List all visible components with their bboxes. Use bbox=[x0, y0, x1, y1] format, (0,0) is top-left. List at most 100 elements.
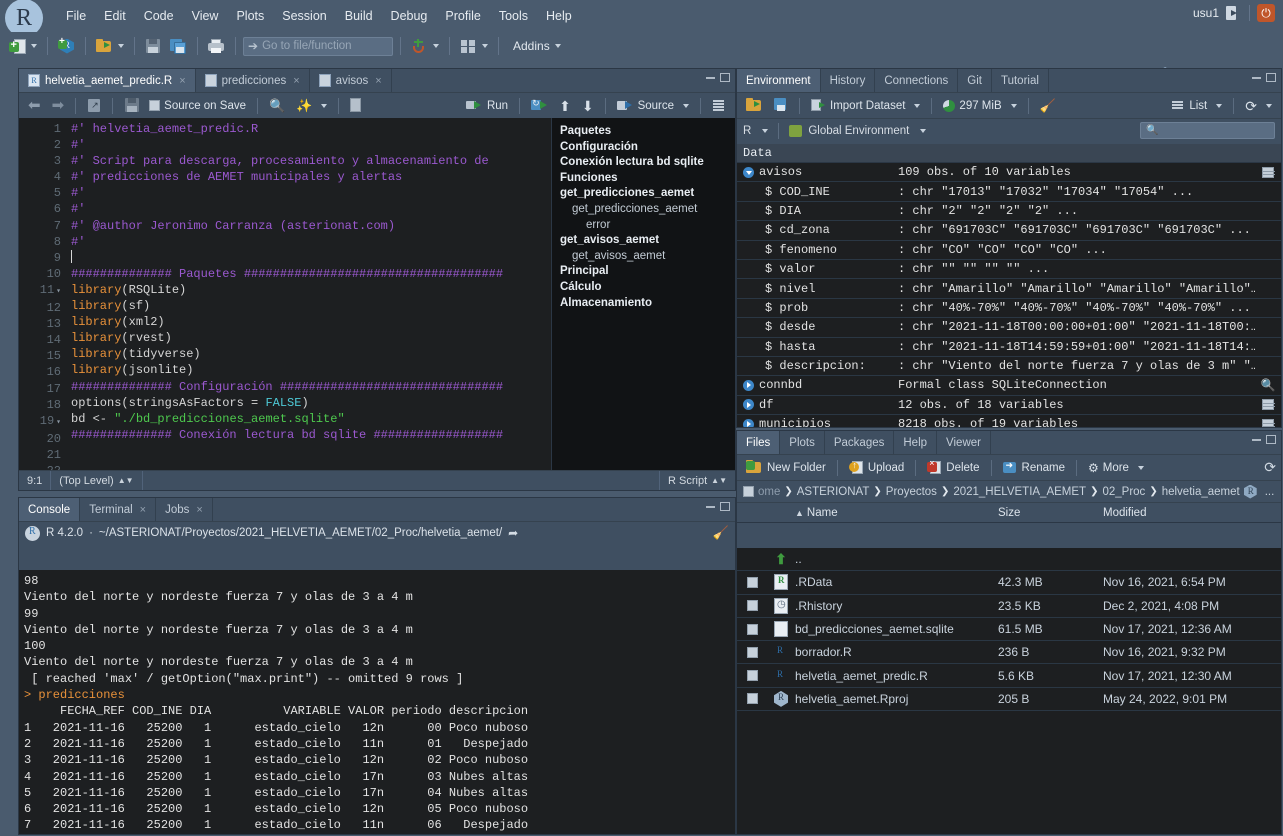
chevron-down-icon[interactable] bbox=[762, 128, 769, 133]
file-select-cell[interactable] bbox=[737, 576, 767, 588]
scope-selector[interactable]: (Top Level) ▲▼ bbox=[51, 471, 143, 490]
language-selector[interactable]: R bbox=[743, 125, 751, 137]
chevron-down-icon[interactable] bbox=[1216, 103, 1223, 108]
menu-profile[interactable]: Profile bbox=[436, 5, 489, 27]
import-dataset-button[interactable]: Import Dataset bbox=[807, 96, 924, 115]
clear-environment-button[interactable]: 🧹 bbox=[1036, 96, 1060, 116]
chevron-down-icon[interactable] bbox=[321, 103, 328, 108]
maximize-icon[interactable] bbox=[1266, 435, 1276, 444]
refresh-environment-button[interactable]: ⟳ bbox=[1241, 97, 1276, 115]
document-outline[interactable]: Paquetes Configuración Conexión lectura bd… bbox=[551, 118, 735, 470]
sort-ascending-icon[interactable]: ▲ bbox=[795, 508, 804, 518]
menu-tools[interactable]: Tools bbox=[490, 5, 537, 27]
tab-files[interactable]: Files bbox=[737, 431, 781, 454]
file-name[interactable]: helvetia_aemet.Rproj bbox=[795, 692, 998, 706]
chevron-down-icon[interactable] bbox=[1266, 103, 1272, 108]
file-row[interactable]: .Rhistory23.5 KB Dec 2, 2021, 4:08 PM bbox=[737, 595, 1281, 618]
rename-button[interactable]: ➜ Rename bbox=[999, 458, 1069, 477]
environment-field-row[interactable]: $ COD_INE: chr "17013" "17032" "17034" "… bbox=[737, 182, 1281, 202]
file-row[interactable]: ⬆.. bbox=[737, 548, 1281, 572]
tab-predicciones[interactable]: predicciones × bbox=[196, 69, 310, 92]
code-tools-button[interactable] bbox=[408, 37, 442, 56]
workspace-panes-button[interactable] bbox=[457, 37, 491, 56]
collapse-icon[interactable] bbox=[743, 166, 754, 178]
outline-item[interactable]: error bbox=[560, 218, 735, 234]
tab-connections[interactable]: Connections bbox=[875, 69, 959, 92]
back-button[interactable]: ⬅ bbox=[24, 96, 45, 115]
addins-button[interactable]: Addins bbox=[506, 37, 564, 55]
sign-out-icon[interactable] bbox=[1226, 6, 1242, 20]
view-mode-button[interactable]: List bbox=[1168, 96, 1226, 115]
chevron-down-icon[interactable] bbox=[1137, 465, 1144, 470]
tab-console[interactable]: Console bbox=[19, 498, 81, 521]
rerun-button[interactable]: ↻ bbox=[527, 96, 552, 115]
tab-jobs[interactable]: Jobs × bbox=[156, 498, 213, 521]
row-action-cell[interactable]: 🔍 bbox=[1255, 378, 1281, 393]
quit-session-icon[interactable] bbox=[1257, 4, 1275, 22]
column-header-modified[interactable]: Modified bbox=[1103, 507, 1281, 519]
expand-icon[interactable] bbox=[743, 379, 754, 391]
file-name[interactable]: helvetia_aemet_predic.R bbox=[795, 669, 998, 683]
working-directory-label[interactable]: ~/ASTERIONAT/Proyectos/2021_HELVETIA_AEM… bbox=[99, 527, 502, 539]
outline-item[interactable]: Almacenamiento bbox=[560, 296, 735, 312]
file-select-cell[interactable] bbox=[737, 670, 767, 682]
file-name[interactable]: .Rhistory bbox=[795, 599, 998, 613]
environment-field-row[interactable]: $ desde: chr "2021-11-18T00:00:00+01:00"… bbox=[737, 318, 1281, 338]
save-all-button[interactable] bbox=[167, 37, 190, 56]
outline-item[interactable]: Paquetes bbox=[560, 124, 735, 140]
new-file-button[interactable] bbox=[6, 37, 40, 56]
tab-packages[interactable]: Packages bbox=[825, 431, 895, 454]
expand-icon[interactable] bbox=[743, 399, 754, 411]
environment-pane-window-controls[interactable] bbox=[1252, 73, 1276, 82]
menu-file[interactable]: File bbox=[57, 5, 95, 27]
menu-view[interactable]: View bbox=[183, 5, 228, 27]
file-row[interactable]: helvetia_aemet.Rproj205 B May 24, 2022, 9… bbox=[737, 688, 1281, 712]
save-workspace-button[interactable] bbox=[770, 96, 792, 115]
environment-field-row[interactable]: $ descripcion:: chr "Viento del norte fu… bbox=[737, 357, 1281, 377]
chevron-down-icon[interactable] bbox=[554, 44, 561, 48]
tab-help[interactable]: Help bbox=[894, 431, 938, 454]
environment-object-row[interactable]: connbd Formal class SQLiteConnection 🔍 bbox=[737, 376, 1281, 396]
breadcrumb-segment[interactable]: 2021_HELVETIA_AEMET bbox=[953, 486, 1086, 498]
row-action-cell[interactable] bbox=[1255, 166, 1281, 178]
environment-search-input[interactable]: 🔍 bbox=[1140, 122, 1275, 139]
outline-item[interactable]: get_predicciones_aemet bbox=[560, 186, 735, 202]
file-select-cell[interactable] bbox=[737, 623, 767, 635]
file-checkbox[interactable] bbox=[746, 693, 758, 705]
tab-helvetia-aemet-predic-r[interactable]: Rhelvetia_aemet_predic.R × bbox=[19, 69, 196, 92]
environment-object-list[interactable]: Data avisos 109 obs. of 10 variables $ COD… bbox=[737, 144, 1281, 427]
source-pane-window-controls[interactable] bbox=[706, 73, 730, 82]
outline-item[interactable]: Funciones bbox=[560, 171, 735, 187]
environment-field-row[interactable]: $ hasta: chr "2021-11-18T14:59:59+01:00"… bbox=[737, 338, 1281, 357]
environment-object-row[interactable]: avisos 109 obs. of 10 variables bbox=[737, 163, 1281, 183]
file-select-cell[interactable] bbox=[737, 600, 767, 612]
minimize-icon[interactable] bbox=[706, 76, 715, 79]
file-name[interactable]: bd_predicciones_aemet.sqlite bbox=[795, 622, 998, 636]
minimize-icon[interactable] bbox=[1252, 438, 1261, 441]
more-button[interactable]: ⚙ More bbox=[1084, 459, 1148, 477]
file-row[interactable]: bd_predicciones_aemet.sqlite 61.5 MB Nov 1… bbox=[737, 618, 1281, 642]
memory-usage-button[interactable]: 297 MiB bbox=[939, 98, 1020, 114]
breadcrumb-segment[interactable]: ASTERIONAT bbox=[797, 486, 870, 498]
files-pane-window-controls[interactable] bbox=[1252, 435, 1276, 444]
breadcrumb-segment[interactable]: 02_Proc bbox=[1102, 486, 1145, 498]
chevron-down-icon[interactable] bbox=[433, 44, 439, 48]
source-button[interactable]: Source bbox=[613, 96, 693, 115]
minimize-icon[interactable] bbox=[706, 505, 715, 508]
minimize-icon[interactable] bbox=[1252, 76, 1261, 79]
upload-button[interactable]: ↑ Upload bbox=[845, 458, 908, 477]
compile-report-button[interactable] bbox=[346, 96, 365, 115]
next-chunk-button[interactable]: ⬇ bbox=[578, 97, 598, 115]
menu-build[interactable]: Build bbox=[336, 5, 382, 27]
environment-scope-label[interactable]: Global Environment bbox=[808, 125, 909, 137]
chevron-down-icon[interactable] bbox=[482, 44, 488, 48]
menu-edit[interactable]: Edit bbox=[95, 5, 135, 27]
console-output[interactable]: 98 Viento del norte y nordeste fuerza 7 y… bbox=[19, 570, 735, 834]
outline-item[interactable]: Cálculo bbox=[560, 280, 735, 296]
chevron-down-icon[interactable] bbox=[118, 44, 124, 48]
chevron-down-icon[interactable] bbox=[31, 44, 37, 48]
new-folder-button[interactable]: New Folder bbox=[742, 458, 830, 477]
tab-git[interactable]: Git bbox=[958, 69, 992, 92]
menu-code[interactable]: Code bbox=[135, 5, 183, 27]
file-checkbox[interactable] bbox=[746, 623, 758, 635]
